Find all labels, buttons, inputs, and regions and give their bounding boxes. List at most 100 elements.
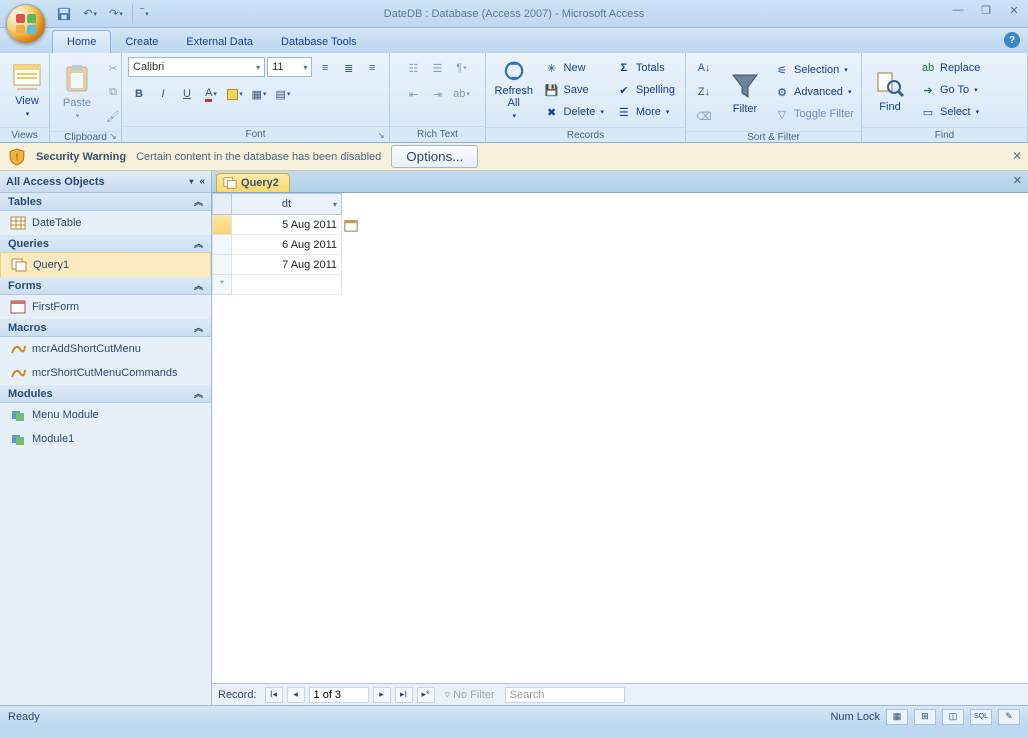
italic-icon[interactable]: I xyxy=(152,83,174,105)
design-view-button[interactable]: ✎ xyxy=(998,709,1020,725)
redo-icon[interactable]: ↷▾ xyxy=(106,4,126,24)
font-launcher-icon[interactable]: ↘ xyxy=(375,129,387,141)
sort-asc-icon[interactable]: A↓ xyxy=(692,57,716,79)
navgroup-macros[interactable]: Macros︽ xyxy=(0,319,211,337)
goto-button[interactable]: ➔Go To▾ xyxy=(916,80,984,100)
font-size-combo[interactable]: 11▾ xyxy=(267,57,312,77)
select-all-corner[interactable] xyxy=(212,193,232,215)
tab-external-data[interactable]: External Data xyxy=(172,31,267,53)
toggle-filter-button[interactable]: ▽Toggle Filter xyxy=(770,104,858,124)
bold-icon[interactable]: B xyxy=(128,83,150,105)
gridlines-icon[interactable]: ▦▾ xyxy=(248,83,270,105)
navitem-module1[interactable]: Menu Module xyxy=(0,403,211,427)
navgroup-modules[interactable]: Modules︽ xyxy=(0,385,211,403)
pivottable-view-button[interactable]: ⊞ xyxy=(914,709,936,725)
date-picker-icon[interactable] xyxy=(342,215,360,235)
first-record-button[interactable]: I◂ xyxy=(265,687,283,703)
restore-button[interactable]: ❐ xyxy=(976,2,996,18)
save-icon[interactable] xyxy=(54,4,74,24)
navitem-module2[interactable]: Module1 xyxy=(0,427,211,451)
text-direction-icon[interactable]: ¶▾ xyxy=(451,57,473,79)
new-record-nav-button[interactable]: ▸* xyxy=(417,687,435,703)
navitem-macro2[interactable]: mcrShortCutMenuCommands xyxy=(0,361,211,385)
align-center-icon[interactable]: ≣ xyxy=(338,57,360,79)
navgroup-queries[interactable]: Queries︽ xyxy=(0,235,211,253)
navitem-firstform[interactable]: FirstForm xyxy=(0,295,211,319)
navitem-query1[interactable]: Query1 xyxy=(0,252,211,278)
sql-view-button[interactable]: SQL xyxy=(970,709,992,725)
selection-filter-button[interactable]: ⚟Selection▾ xyxy=(770,60,858,80)
delete-record-button[interactable]: ✖Delete▾ xyxy=(540,102,608,122)
record-position-input[interactable] xyxy=(309,687,369,703)
clipboard-launcher-icon[interactable]: ↘ xyxy=(107,130,119,142)
clear-sort-icon[interactable]: ⌫ xyxy=(692,105,716,127)
tab-create[interactable]: Create xyxy=(111,31,172,53)
underline-icon[interactable]: U xyxy=(176,83,198,105)
alternate-fill-icon[interactable]: ▤▾ xyxy=(272,83,294,105)
row-selector[interactable] xyxy=(212,235,232,255)
replace-button[interactable]: abReplace xyxy=(916,58,984,78)
security-close-icon[interactable]: ✕ xyxy=(1012,149,1022,163)
filter-button[interactable]: Filter xyxy=(724,59,766,125)
record-search-box[interactable]: Search xyxy=(505,687,625,703)
copy-icon[interactable]: ⧉ xyxy=(102,81,124,103)
doc-tab-query2[interactable]: Query2 xyxy=(216,173,290,192)
help-icon[interactable]: ? xyxy=(1004,32,1020,48)
datasheet-grid[interactable]: dt▾ 5 Aug 2011 6 Aug 2011 7 Aug 2011 * xyxy=(212,193,1028,683)
select-button[interactable]: ▭Select▾ xyxy=(916,102,984,122)
navgroup-forms[interactable]: Forms︽ xyxy=(0,277,211,295)
navpane-header[interactable]: All Access Objects ▾ « xyxy=(0,171,211,193)
totals-button[interactable]: ΣTotals xyxy=(612,58,679,78)
cell-new[interactable] xyxy=(232,275,342,295)
font-color-icon[interactable]: A▾ xyxy=(200,83,222,105)
spelling-button[interactable]: ✔Spelling xyxy=(612,80,679,100)
refresh-all-button[interactable]: Refresh All▾ xyxy=(492,57,536,123)
close-button[interactable]: ✕ xyxy=(1004,2,1024,18)
navgroup-tables[interactable]: Tables︽ xyxy=(0,193,211,211)
tab-home[interactable]: Home xyxy=(52,30,111,53)
more-records-button[interactable]: ☰More▾ xyxy=(612,102,679,122)
fill-color-icon[interactable]: ▾ xyxy=(224,83,246,105)
prev-record-button[interactable]: ◂ xyxy=(287,687,305,703)
cut-icon[interactable]: ✂ xyxy=(102,57,124,79)
numbered-list-icon[interactable]: ☷ xyxy=(403,57,425,79)
navitem-macro1[interactable]: mcrAddShortCutMenu xyxy=(0,337,211,361)
tab-database-tools[interactable]: Database Tools xyxy=(267,31,371,53)
save-record-button[interactable]: 💾Save xyxy=(540,80,608,100)
security-options-button[interactable]: Options... xyxy=(391,145,478,168)
row-selector-new[interactable]: * xyxy=(212,275,232,295)
column-header-dt[interactable]: dt▾ xyxy=(232,193,342,215)
cell[interactable]: 7 Aug 2011 xyxy=(232,255,342,275)
next-record-button[interactable]: ▸ xyxy=(373,687,391,703)
pivotchart-view-button[interactable]: ◫ xyxy=(942,709,964,725)
advanced-filter-button[interactable]: ⚙Advanced▾ xyxy=(770,82,858,102)
sort-desc-icon[interactable]: Z↓ xyxy=(692,81,716,103)
office-button[interactable] xyxy=(6,4,46,44)
format-painter-icon[interactable]: 🖌 xyxy=(102,105,124,127)
column-dropdown-icon[interactable]: ▾ xyxy=(333,200,337,209)
new-record-button[interactable]: ✳New xyxy=(540,58,608,78)
highlight-icon[interactable]: ab▾ xyxy=(451,83,473,105)
paste-button[interactable]: Paste▾ xyxy=(56,59,98,125)
navitem-datetable[interactable]: DateTable xyxy=(0,211,211,235)
row-selector[interactable] xyxy=(212,255,232,275)
navpane-collapse-icon[interactable]: « xyxy=(199,176,205,187)
align-left-icon[interactable]: ≡ xyxy=(314,57,336,79)
font-name-combo[interactable]: Calibri▾ xyxy=(128,57,265,77)
datasheet-view-button[interactable]: ▦ xyxy=(886,709,908,725)
align-right-icon[interactable]: ≡ xyxy=(361,57,383,79)
cell[interactable]: 6 Aug 2011 xyxy=(232,235,342,255)
navpane-dropdown-icon[interactable]: ▾ xyxy=(189,177,193,186)
view-button[interactable]: View▾ xyxy=(6,57,48,123)
qat-customize-icon[interactable]: ‾▾ xyxy=(132,4,152,24)
last-record-button[interactable]: ▸I xyxy=(395,687,413,703)
cell[interactable]: 5 Aug 2011 xyxy=(232,215,342,235)
increase-indent-icon[interactable]: ⇥ xyxy=(427,83,449,105)
decrease-indent-icon[interactable]: ⇤ xyxy=(403,83,425,105)
doc-close-icon[interactable]: ✕ xyxy=(1013,174,1022,187)
minimize-button[interactable]: — xyxy=(948,2,968,18)
row-selector[interactable] xyxy=(212,215,232,235)
bulleted-list-icon[interactable]: ☰ xyxy=(427,57,449,79)
find-button[interactable]: Find xyxy=(868,57,912,123)
undo-icon[interactable]: ↶▾ xyxy=(80,4,100,24)
